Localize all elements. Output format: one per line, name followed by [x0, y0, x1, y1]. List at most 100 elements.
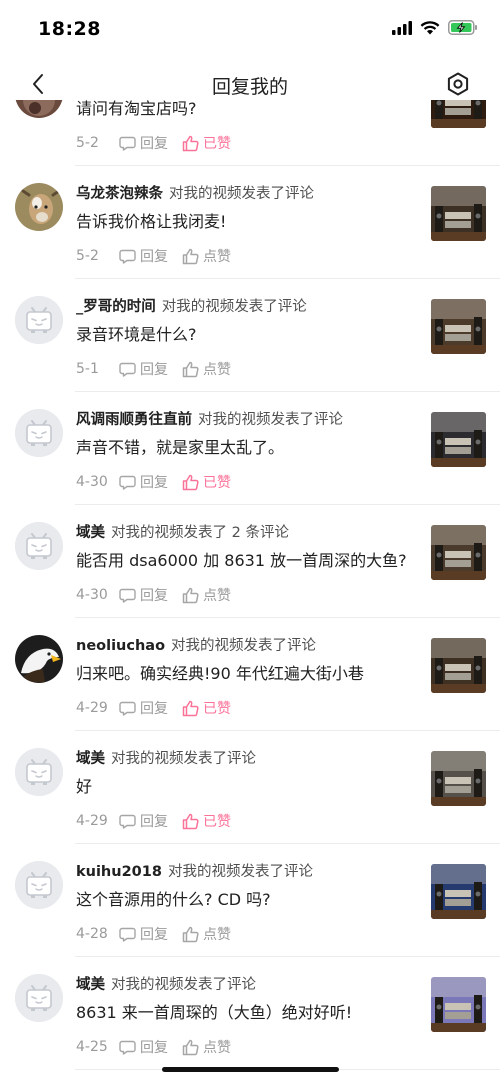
- reply-item[interactable]: 风调雨顺勇往直前 对我的视频发表了评论 声音不错，就是家里太乱了。 4-30 回复 已赞: [0, 392, 500, 505]
- reply-label: 回复: [140, 927, 168, 943]
- reply-label: 回复: [140, 814, 168, 830]
- like-button[interactable]: 已赞: [182, 472, 231, 492]
- default-avatar[interactable]: [15, 522, 63, 570]
- video-thumbnail[interactable]: [431, 100, 486, 128]
- username[interactable]: 风调雨顺勇往直前: [76, 412, 192, 428]
- default-avatar[interactable]: [15, 861, 63, 909]
- reply-button[interactable]: 回复: [119, 811, 168, 831]
- like-button[interactable]: 点赞: [182, 359, 231, 379]
- action-text: 对我的视频发表了 2 条评论: [111, 525, 289, 541]
- reply-header: 风调雨顺勇往直前 对我的视频发表了评论: [76, 408, 343, 429]
- default-avatar[interactable]: [15, 296, 63, 344]
- reply-item[interactable]: 请问有淘宝店吗? 5-2 回复 已赞: [0, 100, 500, 166]
- reply-meta: 4-25 回复 点赞: [76, 1037, 231, 1057]
- reply-item[interactable]: 域美 对我的视频发表了 2 条评论能否用 dsa6000 加 8631 放一首周深…: [0, 505, 500, 618]
- comment-icon: [119, 1040, 136, 1055]
- settings-button[interactable]: [444, 70, 472, 98]
- video-thumbnail[interactable]: [431, 525, 486, 580]
- reply-content[interactable]: 声音不错，就是家里太乱了。: [76, 434, 284, 458]
- user-avatar[interactable]: [15, 183, 63, 231]
- reply-content[interactable]: 录音环境是什么?: [76, 321, 197, 345]
- reply-meta: 4-29 回复 已赞: [76, 698, 231, 718]
- reply-item[interactable]: kuihu2018 对我的视频发表了评论 这个音源用的什么? CD 吗? 4-28 回复…: [0, 844, 500, 957]
- video-thumbnail[interactable]: [431, 186, 486, 241]
- default-avatar[interactable]: [15, 974, 63, 1022]
- reply-list[interactable]: 请问有淘宝店吗? 5-2 回复 已赞 乌龙茶泡辣条 对我的视频发表了评论 告诉我价格让我闭麦…: [0, 100, 500, 1082]
- reply-label: 回复: [140, 1040, 168, 1056]
- reply-header: kuihu2018 对我的视频发表了评论: [76, 860, 313, 881]
- like-button[interactable]: 已赞: [182, 811, 231, 831]
- reply-button[interactable]: 回复: [119, 585, 168, 605]
- reply-label: 回复: [140, 249, 168, 265]
- home-indicator[interactable]: [162, 1067, 339, 1072]
- video-thumbnail[interactable]: [431, 977, 486, 1032]
- settings-icon: [447, 72, 469, 96]
- thumbs-up-icon: [182, 700, 199, 717]
- username[interactable]: 域美: [76, 751, 105, 767]
- reply-button[interactable]: 回复: [119, 472, 168, 492]
- video-thumbnail[interactable]: [431, 751, 486, 806]
- reply-button[interactable]: 回复: [119, 359, 168, 379]
- reply-content[interactable]: 请问有淘宝店吗?: [76, 100, 197, 119]
- reply-button[interactable]: 回复: [119, 924, 168, 944]
- username[interactable]: neoliuchao: [76, 638, 165, 654]
- like-button[interactable]: 点赞: [182, 585, 231, 605]
- reply-date: 5-2: [76, 248, 99, 264]
- user-avatar[interactable]: [15, 635, 63, 683]
- comment-icon: [119, 362, 136, 377]
- username[interactable]: _罗哥的时间: [76, 299, 156, 315]
- reply-button[interactable]: 回复: [119, 246, 168, 266]
- username[interactable]: 乌龙茶泡辣条: [76, 186, 163, 202]
- comment-icon: [119, 814, 136, 829]
- user-avatar[interactable]: [15, 100, 63, 118]
- reply-button[interactable]: 回复: [119, 1037, 168, 1057]
- video-thumbnail[interactable]: [431, 412, 486, 467]
- default-avatar[interactable]: [15, 748, 63, 796]
- reply-header: 域美 对我的视频发表了评论: [76, 747, 256, 768]
- status-bar: 18:28: [0, 0, 500, 60]
- reply-date: 4-29: [76, 813, 108, 829]
- username[interactable]: kuihu2018: [76, 864, 162, 880]
- reply-item[interactable]: _罗哥的时间 对我的视频发表了评论 录音环境是什么? 5-1 回复 点赞: [0, 279, 500, 392]
- default-avatar[interactable]: [15, 409, 63, 457]
- like-label: 已赞: [203, 814, 231, 830]
- thumbs-up-icon: [182, 813, 199, 830]
- reply-button[interactable]: 回复: [119, 133, 168, 153]
- username[interactable]: 域美: [76, 977, 105, 993]
- reply-content[interactable]: 能否用 dsa6000 加 8631 放一首周深的大鱼?: [76, 547, 407, 571]
- reply-content[interactable]: 归来吧。确实经典!90 年代红遍大街小巷: [76, 660, 364, 684]
- action-text: 对我的视频发表了评论: [161, 299, 307, 315]
- battery-charging-icon: [448, 20, 477, 35]
- reply-item[interactable]: 乌龙茶泡辣条 对我的视频发表了评论 告诉我价格让我闭麦! 5-2 回复 点赞: [0, 166, 500, 279]
- comment-icon: [119, 927, 136, 942]
- reply-content[interactable]: 告诉我价格让我闭麦!: [76, 208, 226, 232]
- cellular-signal-icon: [392, 20, 412, 35]
- action-text: 对我的视频发表了评论: [198, 412, 343, 428]
- reply-item[interactable]: 域美 对我的视频发表了评论 8631 来一首周琛的（大鱼）绝对好听! 4-25 回复 点赞: [0, 957, 500, 1070]
- like-button[interactable]: 已赞: [182, 133, 231, 153]
- like-button[interactable]: 点赞: [182, 1037, 231, 1057]
- reply-meta: 4-30 回复 点赞: [76, 585, 231, 605]
- like-button[interactable]: 点赞: [182, 924, 231, 944]
- reply-button[interactable]: 回复: [119, 698, 168, 718]
- comment-icon: [119, 475, 136, 490]
- reply-content[interactable]: 好: [76, 773, 92, 797]
- reply-meta: 5-2 回复 点赞: [76, 246, 231, 266]
- reply-item[interactable]: 域美 对我的视频发表了评论好 4-29 回复 已赞: [0, 731, 500, 844]
- thumbs-up-icon: [182, 248, 199, 265]
- username[interactable]: 域美: [76, 525, 105, 541]
- reply-content[interactable]: 8631 来一首周琛的（大鱼）绝对好听!: [76, 999, 352, 1023]
- like-button[interactable]: 已赞: [182, 698, 231, 718]
- like-button[interactable]: 点赞: [182, 246, 231, 266]
- video-thumbnail[interactable]: [431, 299, 486, 354]
- reply-item[interactable]: neoliuchao 对我的视频发表了评论 归来吧。确实经典!90 年代红遍大街小巷…: [0, 618, 500, 731]
- video-thumbnail[interactable]: [431, 864, 486, 919]
- thumbs-up-icon: [182, 135, 199, 152]
- like-label: 点赞: [203, 249, 231, 265]
- page-title: 回复我的: [211, 76, 288, 98]
- video-thumbnail[interactable]: [431, 638, 486, 693]
- comment-icon: [119, 701, 136, 716]
- thumbs-up-icon: [182, 361, 199, 378]
- reply-content[interactable]: 这个音源用的什么? CD 吗?: [76, 886, 271, 910]
- status-icons: [392, 20, 478, 35]
